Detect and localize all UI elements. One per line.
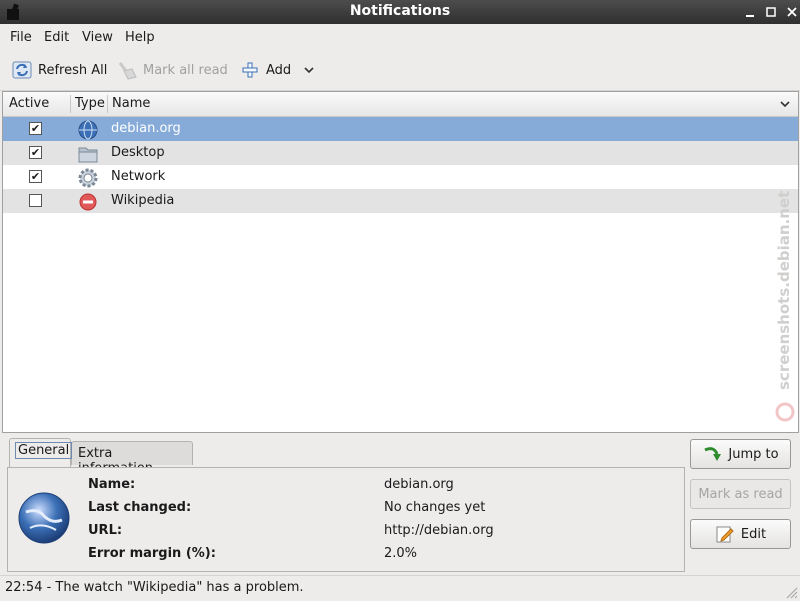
- watermark: screenshots.debian.net: [775, 191, 795, 422]
- active-checkbox[interactable]: ✔: [29, 122, 42, 135]
- field-label-name: Name:: [88, 477, 136, 492]
- watch-list[interactable]: Active Type Name ✔ debian.org ✔ Desktop …: [2, 91, 799, 433]
- list-item[interactable]: ✔ Desktop: [3, 141, 798, 165]
- edit-pencil-icon: [716, 526, 734, 543]
- column-header-name[interactable]: Name: [112, 96, 150, 111]
- watch-name: Desktop: [111, 145, 165, 160]
- field-value-error-margin: 2.0%: [384, 546, 418, 561]
- active-checkbox[interactable]: ✔: [29, 170, 42, 183]
- column-header-type[interactable]: Type: [75, 96, 105, 111]
- details-tabs: Extra information General: [7, 437, 687, 476]
- toolbar: Refresh All Mark all read Add: [0, 50, 800, 91]
- title-bar: Notifications: [0, 0, 800, 24]
- list-header: Active Type Name: [3, 92, 798, 117]
- active-checkbox[interactable]: ✔: [29, 146, 42, 159]
- jump-to-button[interactable]: Jump to: [690, 439, 791, 469]
- watch-name: Network: [111, 169, 166, 184]
- watch-name: debian.org: [111, 121, 181, 136]
- globe-icon: [78, 120, 98, 140]
- status-message: 22:54 - The watch "Wikipedia" has a prob…: [5, 580, 304, 595]
- field-label-last-changed: Last changed:: [88, 500, 192, 515]
- refresh-icon: [12, 61, 32, 79]
- globe-icon: [18, 492, 70, 544]
- close-icon[interactable]: [785, 5, 799, 19]
- menu-bar: File Edit View Help: [0, 24, 800, 50]
- field-label-url: URL:: [88, 523, 123, 538]
- window-title: Notifications: [349, 3, 451, 19]
- list-item[interactable]: ✔ debian.org: [3, 117, 798, 141]
- field-label-error-margin: Error margin (%):: [88, 546, 216, 561]
- refresh-all-button[interactable]: Refresh All: [11, 58, 107, 82]
- edit-button[interactable]: Edit: [690, 519, 791, 549]
- field-value-name: debian.org: [384, 477, 454, 492]
- details-panel: Name: debian.org Last changed: No change…: [7, 467, 685, 572]
- add-button[interactable]: Add: [241, 58, 291, 82]
- jump-arrow-icon: [704, 447, 722, 461]
- minimize-icon[interactable]: [743, 5, 757, 19]
- active-checkbox[interactable]: [29, 194, 42, 207]
- menu-edit[interactable]: Edit: [44, 30, 69, 45]
- list-item[interactable]: ✔ Network: [3, 165, 798, 189]
- menu-view[interactable]: View: [82, 30, 113, 45]
- watch-name: Wikipedia: [111, 193, 175, 208]
- error-icon: [79, 193, 97, 211]
- tab-extra-information[interactable]: Extra information: [71, 441, 193, 476]
- mark-as-read-button[interactable]: Mark as read: [690, 479, 791, 509]
- gear-icon: [78, 168, 98, 188]
- resize-grip-icon[interactable]: [784, 585, 798, 599]
- list-item[interactable]: Wikipedia: [3, 189, 798, 213]
- field-value-last-changed: No changes yet: [384, 500, 486, 515]
- status-bar: 22:54 - The watch "Wikipedia" has a prob…: [0, 575, 800, 601]
- folder-icon: [78, 147, 98, 163]
- column-menu-chevron-down-icon[interactable]: [779, 98, 791, 110]
- maximize-icon[interactable]: [764, 5, 778, 19]
- watermark-text: screenshots.debian.net: [775, 191, 793, 390]
- menu-file[interactable]: File: [10, 30, 32, 45]
- mark-all-read-button[interactable]: Mark all read: [116, 58, 228, 82]
- plus-icon: [242, 62, 258, 78]
- menu-help[interactable]: Help: [125, 30, 155, 45]
- tab-general[interactable]: General: [9, 438, 73, 468]
- column-header-active[interactable]: Active: [9, 96, 49, 111]
- add-dropdown-chevron-down-icon[interactable]: [302, 58, 316, 82]
- field-value-url: http://debian.org: [384, 523, 494, 538]
- broom-icon: [118, 62, 137, 80]
